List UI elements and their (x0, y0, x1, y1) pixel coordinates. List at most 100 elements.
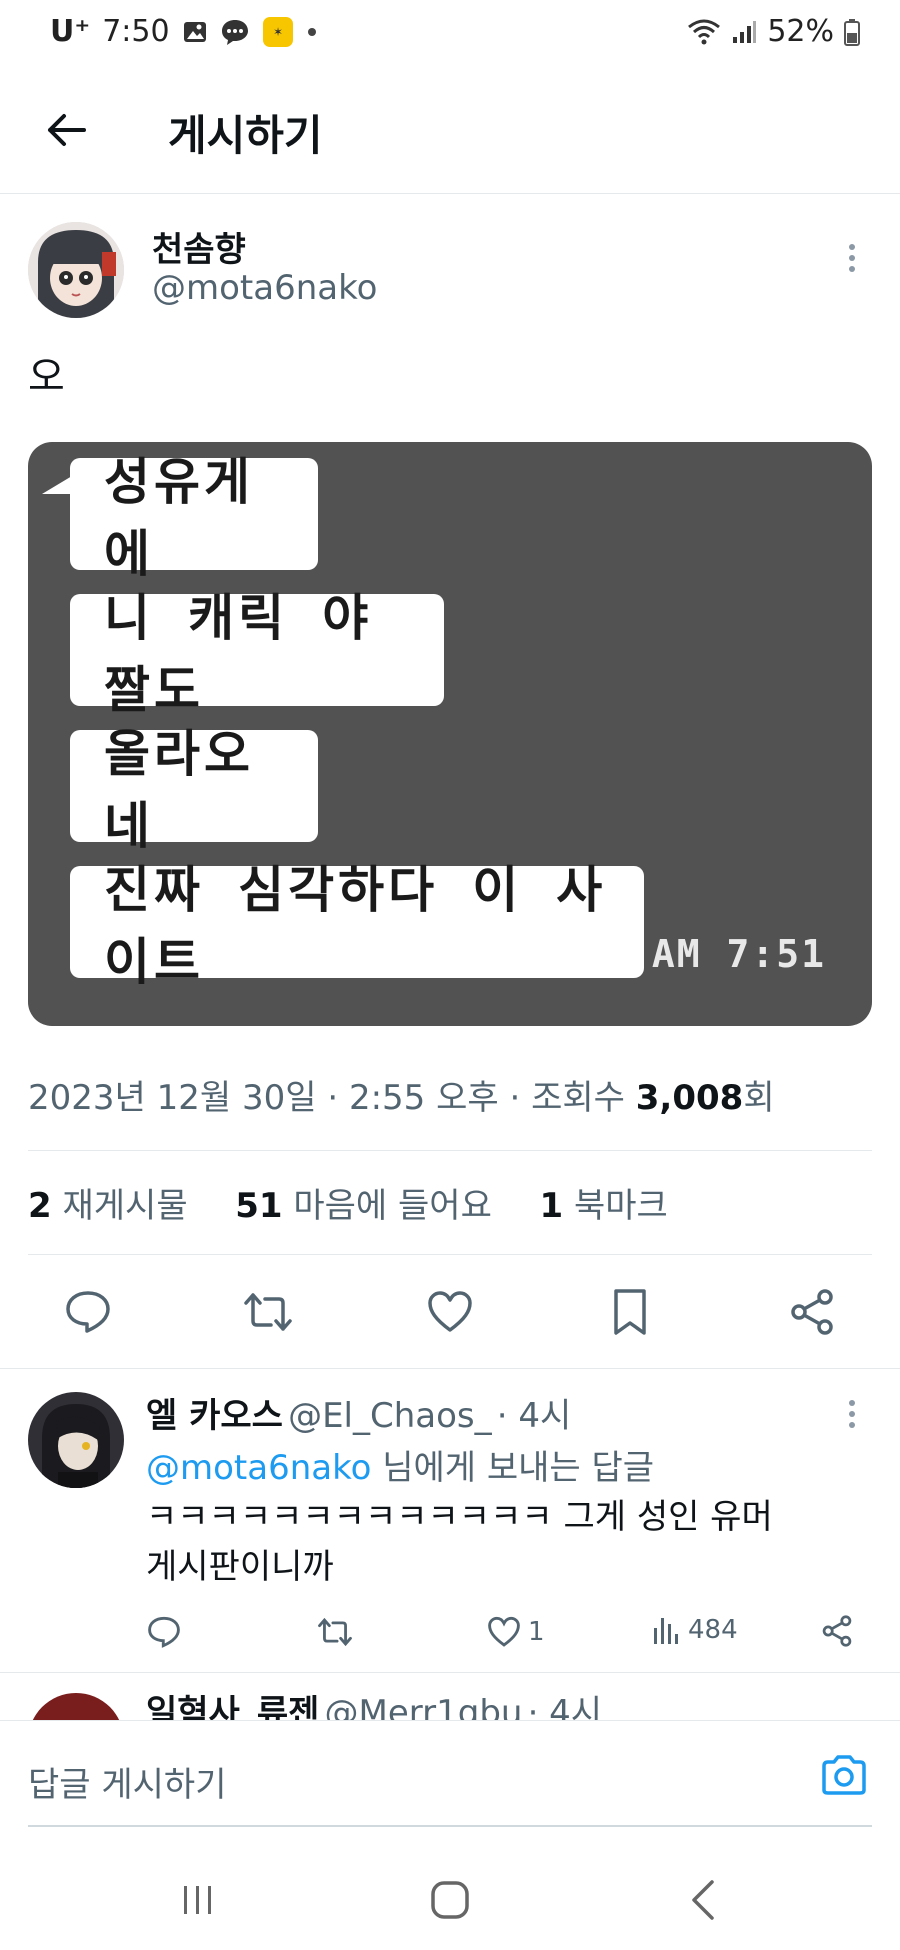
divider (28, 1150, 872, 1151)
reply-like-count: 1 (528, 1617, 545, 1647)
svg-text:✶: ✶ (273, 25, 283, 39)
chevron-left-icon (692, 1880, 714, 1920)
reply-compose-bar[interactable]: 답글 게시하기 (0, 1720, 900, 1830)
status-bar: U⁺ 7:50 ✶ 52% (0, 0, 900, 70)
battery-percent: 52% (767, 14, 834, 49)
chat-bubble-icon (220, 18, 250, 46)
carrier-label: U⁺ (50, 14, 91, 49)
heart-icon (428, 1291, 472, 1332)
battery-icon (844, 18, 860, 46)
views-label: 조회수 (531, 1078, 625, 1118)
recents-icon (184, 1886, 211, 1914)
likes-stat[interactable]: 51 마음에 들어요 (235, 1186, 492, 1226)
home-button[interactable] (420, 1870, 480, 1930)
post-action-bar (28, 1280, 872, 1344)
repost-icon (318, 1617, 352, 1647)
reposts-stat[interactable]: 2 재게시물 (28, 1186, 188, 1226)
reply-text-line: ㅋㅋㅋㅋㅋㅋㅋㅋㅋㅋㅋㅋㅋ 그게 성인 유머 (146, 1497, 773, 1537)
post-text: 오 (28, 354, 65, 400)
reply-icon (148, 1616, 180, 1648)
analytics-icon (654, 1618, 678, 1644)
reply-share-button[interactable] (820, 1614, 854, 1648)
signal-icon (731, 19, 757, 45)
meta-separator: · (509, 1078, 521, 1118)
bookmarks-label: 북마크 (573, 1186, 668, 1226)
reposts-label: 재게시물 (62, 1186, 188, 1226)
wifi-icon (687, 18, 721, 46)
post-meta: 2023년 12월 30일 · 2:55 오후 · 조회수 3,008회 (28, 1070, 775, 1119)
top-app-bar: 게시하기 (0, 70, 900, 194)
reply-author-avatar[interactable] (28, 1392, 124, 1488)
post-date: 2023년 12월 30일 (28, 1078, 317, 1118)
reply-header: 엘 카오스 @El_Chaos_ · 4시 (146, 1388, 571, 1437)
recent-apps-button[interactable] (168, 1870, 228, 1930)
reply-text-line: 게시판이니까 (146, 1547, 334, 1587)
next-reply-partial: 일혁사_류젠 @Merr1gbu · 4시 (0, 1673, 900, 1720)
reply-reply-button[interactable] (146, 1614, 182, 1650)
chat-bubble: 올라오네 (70, 725, 318, 855)
reply-to-mention[interactable]: @mota6nako (146, 1448, 371, 1488)
next-reply-avatar[interactable] (28, 1693, 124, 1720)
page-title: 게시하기 (168, 111, 323, 160)
gallery-icon (182, 19, 208, 45)
like-button[interactable] (418, 1280, 482, 1344)
share-button[interactable] (780, 1280, 844, 1344)
views-suffix: 회 (743, 1078, 775, 1118)
app-badge-icon: ✶ (262, 16, 294, 48)
reply-time: · 4시 (496, 1396, 572, 1436)
divider (0, 1368, 900, 1369)
clock: 7:50 (102, 14, 170, 49)
replying-to: @mota6nako 님에게 보내는 답글 (146, 1440, 654, 1489)
post-more-button[interactable] (842, 238, 862, 278)
bookmark-button[interactable] (598, 1280, 662, 1344)
heart-icon (488, 1616, 520, 1647)
post-stats: 2 재게시물 51 마음에 들어요 1 북마크 (28, 1178, 668, 1227)
reposts-count: 2 (28, 1186, 52, 1226)
next-reply-author-name[interactable]: 일혁사_류젠 (146, 1693, 319, 1720)
reply-like-button[interactable]: 1 (486, 1614, 545, 1650)
bookmark-icon (614, 1289, 646, 1335)
post-media-image[interactable]: 성유게에 니 캐릭 야짤도 올라오네 진짜 심각하다 이 사이트 AM 7:51 (28, 442, 872, 1026)
arrow-left-icon (48, 114, 86, 146)
chat-timestamp: AM 7:51 (651, 932, 826, 976)
back-button[interactable] (40, 104, 92, 156)
reply-author-handle[interactable]: @El_Chaos_ (288, 1396, 492, 1436)
meta-separator: · (327, 1078, 339, 1118)
reply-text: ㅋㅋㅋㅋㅋㅋㅋㅋㅋㅋㅋㅋㅋ 그게 성인 유머 게시판이니까 (146, 1492, 773, 1592)
divider (28, 1254, 872, 1255)
input-underline (28, 1825, 872, 1827)
bubble-tail (42, 476, 72, 494)
author-handle[interactable]: @mota6nako (152, 268, 377, 308)
next-reply-author-handle[interactable]: @Merr1gbu (325, 1693, 523, 1720)
reply-more-button[interactable] (842, 1394, 862, 1434)
camera-button[interactable] (816, 1747, 872, 1803)
system-back-button[interactable] (674, 1870, 734, 1930)
system-nav-bar (0, 1840, 900, 1950)
reply-action-bar: 1 484 (0, 1612, 900, 1652)
share-icon (822, 1615, 852, 1647)
reply-to-suffix: 님에게 보내는 답글 (371, 1448, 655, 1488)
likes-count: 51 (235, 1186, 283, 1226)
reply-view-count: 484 (688, 1615, 738, 1645)
post-time: 2:55 오후 (348, 1078, 499, 1118)
camera-icon (822, 1755, 866, 1795)
repost-icon (244, 1293, 292, 1331)
bookmarks-count: 1 (539, 1186, 564, 1226)
views-count: 3,008 (635, 1078, 744, 1118)
author-name[interactable]: 천솜향 (152, 222, 246, 271)
next-reply-time: · 4시 (527, 1693, 603, 1720)
bookmarks-stat[interactable]: 1 북마크 (540, 1186, 668, 1226)
reply-author-name[interactable]: 엘 카오스 (146, 1396, 283, 1436)
reply-button[interactable] (56, 1280, 120, 1344)
chat-bubble: 진짜 심각하다 이 사이트 (70, 861, 644, 991)
reply-icon (66, 1291, 110, 1333)
home-icon (431, 1881, 469, 1919)
chat-bubble: 니 캐릭 야짤도 (70, 589, 444, 719)
repost-button[interactable] (236, 1280, 300, 1344)
chat-bubble: 성유게에 (70, 453, 318, 583)
author-avatar[interactable] (28, 222, 124, 318)
reply-views-button[interactable]: 484 (652, 1614, 738, 1646)
share-icon (791, 1289, 833, 1335)
reply-input[interactable]: 답글 게시하기 (28, 1757, 227, 1806)
reply-repost-button[interactable] (316, 1614, 354, 1650)
